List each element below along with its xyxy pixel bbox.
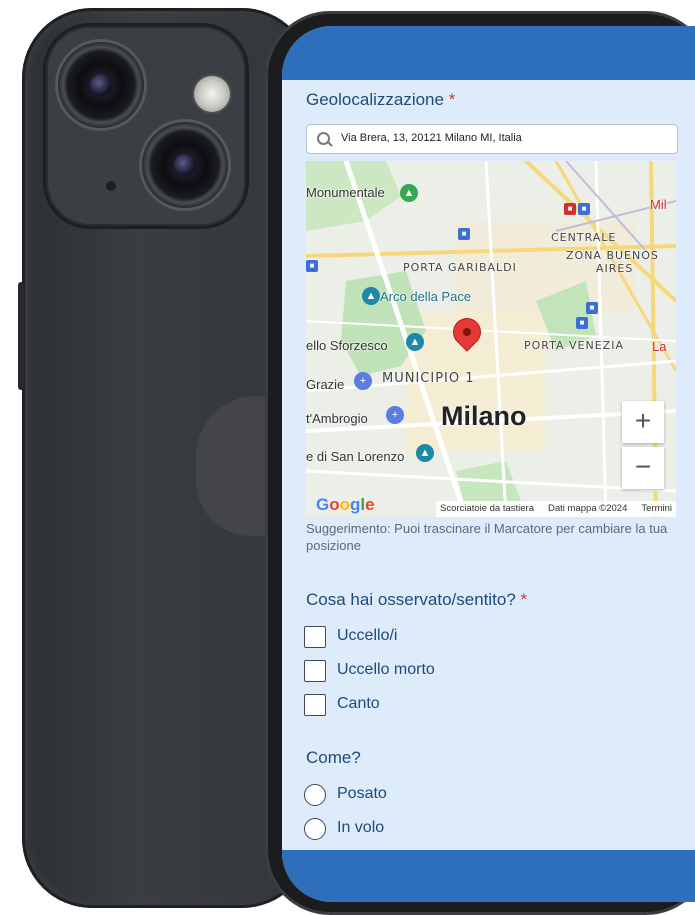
metro-station-icon: ■	[576, 317, 588, 329]
radio-button[interactable]	[304, 818, 326, 840]
how-label: Come?	[306, 748, 361, 767]
cemetery-poi-icon: ▲	[400, 184, 418, 202]
map-label-porta-garibaldi: PORTA GARIBALDI	[403, 261, 517, 274]
footer-bar	[282, 850, 695, 902]
flash-icon	[194, 76, 230, 112]
camera-lens-icon	[58, 42, 144, 128]
required-mark: *	[448, 90, 456, 109]
checkbox-label: Uccello morto	[337, 661, 435, 678]
map-label-porta-venezia: PORTA VENEZIA	[524, 339, 624, 352]
map-label-arco-della-pace: Arco della Pace	[380, 289, 472, 304]
metro-station-icon: ■	[458, 228, 470, 240]
side-button	[18, 282, 24, 390]
camera-module	[46, 26, 246, 226]
map-data-text: Dati mappa ©2024	[548, 503, 628, 514]
zoom-out-button[interactable]: −	[622, 447, 664, 489]
geolocation-label: Geolocalizzazione *	[306, 90, 455, 110]
map-attribution: Google Scorciatoie da tastiera Dati mappa…	[306, 495, 676, 517]
phone-screen: Geolocalizzazione * Via Brera, 13, 20121…	[282, 26, 695, 902]
microphone-icon	[106, 181, 116, 191]
required-mark: *	[520, 590, 528, 609]
metro-station-icon: ■	[586, 302, 598, 314]
terms-link[interactable]: Termini	[641, 503, 672, 514]
landmark-poi-icon: ▲	[362, 287, 380, 305]
radio-button[interactable]	[304, 784, 326, 806]
map-label-san-lorenzo: e di San Lorenzo	[306, 449, 405, 464]
zoom-in-button[interactable]: +	[622, 401, 664, 443]
google-logo: Google	[316, 495, 375, 514]
checkbox[interactable]	[304, 660, 326, 682]
checkbox-label: Uccello/i	[337, 627, 398, 644]
search-icon	[317, 132, 330, 145]
observed-label: Cosa hai osservato/sentito? *	[306, 590, 527, 610]
radio-label: In volo	[337, 819, 385, 836]
map-label-la: La	[652, 339, 667, 354]
map-label-monumentale: Monumentale	[306, 185, 385, 200]
map[interactable]: Monumentale ▲ Mil ■ ■ ■ CENTRALE ZONA BU…	[306, 161, 676, 517]
landmark-poi-icon: ▲	[416, 444, 434, 462]
train-station-icon: ■	[564, 203, 576, 215]
map-label-milano: Milano	[441, 401, 527, 431]
geolocation-label-text: Geolocalizzazione	[306, 90, 444, 109]
map-label-zona-buenos-aires: ZONA BUENOS	[566, 249, 659, 262]
map-hint: Suggerimento: Puoi trascinare il Marcato…	[306, 521, 668, 553]
metro-station-icon: ■	[578, 203, 590, 215]
radio-label: Posato	[337, 785, 387, 802]
attribution-bar: Scorciatoie da tastiera Dati mappa ©2024 T…	[436, 501, 676, 517]
map-label-centrale: CENTRALE	[551, 231, 617, 244]
checkbox[interactable]	[304, 694, 326, 716]
camera-lens-icon	[142, 122, 228, 208]
checkbox[interactable]	[304, 626, 326, 648]
church-poi-icon: +	[354, 372, 372, 390]
castle-poi-icon: ▲	[406, 333, 424, 351]
address-search-input[interactable]: Via Brera, 13, 20121 Milano MI, Italia	[306, 124, 678, 154]
map-label-sant-ambrogio: t'Ambrogio	[306, 411, 368, 426]
map-label-grazie: Grazie	[306, 377, 345, 392]
map-label-aires: AIRES	[596, 262, 634, 275]
map-label-castello-sforzesco: ello Sforzesco	[306, 338, 388, 353]
observed-label-text: Cosa hai osservato/sentito?	[306, 590, 516, 609]
header-bar	[282, 26, 695, 80]
address-search-value: Via Brera, 13, 20121 Milano MI, Italia	[341, 132, 522, 144]
keyboard-shortcuts-link[interactable]: Scorciatoie da tastiera	[440, 503, 534, 514]
map-label-mil: Mil	[650, 197, 667, 212]
church-poi-icon: +	[386, 406, 404, 424]
map-label-municipio-1: MUNICIPIO 1	[382, 371, 475, 386]
metro-station-icon: ■	[306, 260, 318, 272]
checkbox-label: Canto	[337, 695, 380, 712]
